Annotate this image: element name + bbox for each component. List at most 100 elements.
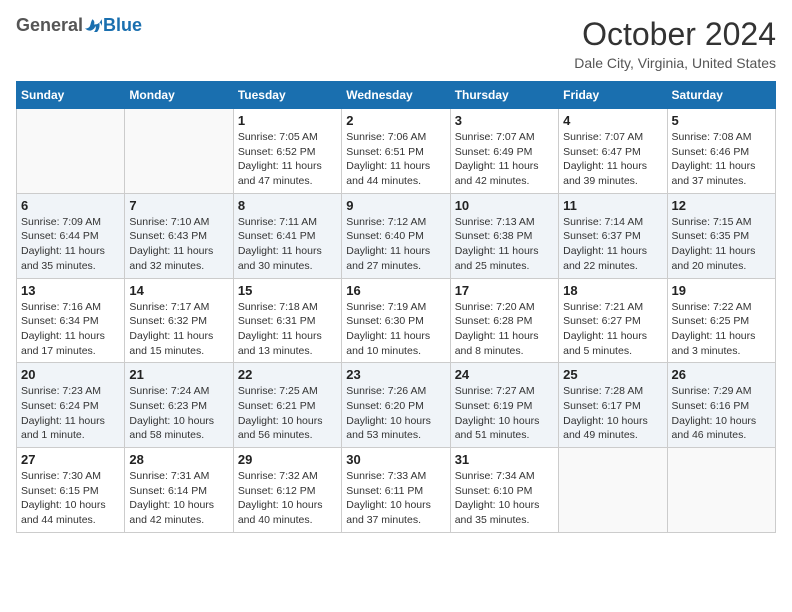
table-row: 14Sunrise: 7:17 AM Sunset: 6:32 PM Dayli… <box>125 278 233 363</box>
calendar-table: Sunday Monday Tuesday Wednesday Thursday… <box>16 81 776 533</box>
table-row: 8Sunrise: 7:11 AM Sunset: 6:41 PM Daylig… <box>233 193 341 278</box>
day-info: Sunrise: 7:18 AM Sunset: 6:31 PM Dayligh… <box>238 300 337 359</box>
day-info: Sunrise: 7:20 AM Sunset: 6:28 PM Dayligh… <box>455 300 554 359</box>
day-info: Sunrise: 7:22 AM Sunset: 6:25 PM Dayligh… <box>672 300 771 359</box>
day-number: 19 <box>672 283 771 298</box>
table-row: 24 Sunrise: 7:27 AM Sunset: 6:19 PM Dayli… <box>450 363 558 448</box>
header-wednesday: Wednesday <box>342 82 450 109</box>
day-info: Sunrise: 7:19 AM Sunset: 6:30 PM Dayligh… <box>346 300 445 359</box>
location-title: Dale City, Virginia, United States <box>574 55 776 71</box>
table-row: 9 Sunrise: 7:12 AM Sunset: 6:40 PM Daylig… <box>342 193 450 278</box>
day-number: 17 <box>455 283 554 298</box>
header-monday: Monday <box>125 82 233 109</box>
day-number: 6 <box>21 198 120 213</box>
day-info: Sunrise: 7:15 AM Sunset: 6:35 PM Dayligh… <box>672 215 771 274</box>
calendar-week-5: 27 Sunrise: 7:30 AM Sunset: 6:15 PM Dayli… <box>17 448 776 533</box>
day-info: Sunrise: 7:32 AM Sunset: 6:12 PM Dayligh… <box>238 469 337 528</box>
day-info: Sunrise: 7:30 AM Sunset: 6:15 PM Dayligh… <box>21 469 120 528</box>
table-row: 1 Sunrise: 7:05 AM Sunset: 6:52 PM Daylig… <box>233 109 341 194</box>
day-number: 20 <box>21 367 120 382</box>
day-info: Sunrise: 7:23 AM Sunset: 6:24 PM Dayligh… <box>21 384 120 443</box>
day-info: Sunrise: 7:26 AM Sunset: 6:20 PM Dayligh… <box>346 384 445 443</box>
day-info: Sunrise: 7:13 AM Sunset: 6:38 PM Dayligh… <box>455 215 554 274</box>
day-number: 29 <box>238 452 337 467</box>
table-row: 16 Sunrise: 7:19 AM Sunset: 6:30 PM Dayli… <box>342 278 450 363</box>
day-number: 30 <box>346 452 445 467</box>
table-row: 20 Sunrise: 7:23 AM Sunset: 6:24 PM Dayli… <box>17 363 125 448</box>
calendar-week-1: 1 Sunrise: 7:05 AM Sunset: 6:52 PM Daylig… <box>17 109 776 194</box>
table-row <box>559 448 667 533</box>
day-number: 2 <box>346 113 445 128</box>
calendar-week-3: 13Sunrise: 7:16 AM Sunset: 6:34 PM Dayli… <box>17 278 776 363</box>
table-row <box>667 448 775 533</box>
day-info: Sunrise: 7:27 AM Sunset: 6:19 PM Dayligh… <box>455 384 554 443</box>
table-row: 18 Sunrise: 7:21 AM Sunset: 6:27 PM Dayli… <box>559 278 667 363</box>
day-number: 1 <box>238 113 337 128</box>
day-number: 10 <box>455 198 554 213</box>
table-row: 12Sunrise: 7:15 AM Sunset: 6:35 PM Dayli… <box>667 193 775 278</box>
logo-blue: Blue <box>103 16 142 36</box>
table-row: 5Sunrise: 7:08 AM Sunset: 6:46 PM Daylig… <box>667 109 775 194</box>
day-number: 27 <box>21 452 120 467</box>
day-info: Sunrise: 7:07 AM Sunset: 6:47 PM Dayligh… <box>563 130 662 189</box>
table-row: 29 Sunrise: 7:32 AM Sunset: 6:12 PM Dayli… <box>233 448 341 533</box>
calendar-week-2: 6 Sunrise: 7:09 AM Sunset: 6:44 PM Daylig… <box>17 193 776 278</box>
header-saturday: Saturday <box>667 82 775 109</box>
day-number: 21 <box>129 367 228 382</box>
logo-general: General <box>16 16 83 36</box>
day-info: Sunrise: 7:12 AM Sunset: 6:40 PM Dayligh… <box>346 215 445 274</box>
day-info: Sunrise: 7:25 AM Sunset: 6:21 PM Dayligh… <box>238 384 337 443</box>
day-number: 8 <box>238 198 337 213</box>
day-info: Sunrise: 7:16 AM Sunset: 6:34 PM Dayligh… <box>21 300 120 359</box>
day-number: 16 <box>346 283 445 298</box>
day-number: 25 <box>563 367 662 382</box>
day-info: Sunrise: 7:21 AM Sunset: 6:27 PM Dayligh… <box>563 300 662 359</box>
day-info: Sunrise: 7:24 AM Sunset: 6:23 PM Dayligh… <box>129 384 228 443</box>
day-number: 9 <box>346 198 445 213</box>
table-row: 7Sunrise: 7:10 AM Sunset: 6:43 PM Daylig… <box>125 193 233 278</box>
table-row: 15 Sunrise: 7:18 AM Sunset: 6:31 PM Dayli… <box>233 278 341 363</box>
day-info: Sunrise: 7:29 AM Sunset: 6:16 PM Dayligh… <box>672 384 771 443</box>
table-row: 31Sunrise: 7:34 AM Sunset: 6:10 PM Dayli… <box>450 448 558 533</box>
logo: General Blue <box>16 16 142 36</box>
day-info: Sunrise: 7:31 AM Sunset: 6:14 PM Dayligh… <box>129 469 228 528</box>
table-row: 27 Sunrise: 7:30 AM Sunset: 6:15 PM Dayli… <box>17 448 125 533</box>
table-row: 25 Sunrise: 7:28 AM Sunset: 6:17 PM Dayli… <box>559 363 667 448</box>
day-info: Sunrise: 7:05 AM Sunset: 6:52 PM Dayligh… <box>238 130 337 189</box>
day-info: Sunrise: 7:06 AM Sunset: 6:51 PM Dayligh… <box>346 130 445 189</box>
title-area: October 2024 Dale City, Virginia, United… <box>574 16 776 71</box>
table-row <box>125 109 233 194</box>
day-info: Sunrise: 7:09 AM Sunset: 6:44 PM Dayligh… <box>21 215 120 274</box>
day-number: 11 <box>563 198 662 213</box>
table-row: 2 Sunrise: 7:06 AM Sunset: 6:51 PM Daylig… <box>342 109 450 194</box>
day-number: 7 <box>129 198 228 213</box>
day-info: Sunrise: 7:34 AM Sunset: 6:10 PM Dayligh… <box>455 469 554 528</box>
table-row: 19 Sunrise: 7:22 AM Sunset: 6:25 PM Dayli… <box>667 278 775 363</box>
day-info: Sunrise: 7:33 AM Sunset: 6:11 PM Dayligh… <box>346 469 445 528</box>
month-title: October 2024 <box>574 16 776 53</box>
table-row: 26Sunrise: 7:29 AM Sunset: 6:16 PM Dayli… <box>667 363 775 448</box>
table-row: 11 Sunrise: 7:14 AM Sunset: 6:37 PM Dayli… <box>559 193 667 278</box>
table-row: 30 Sunrise: 7:33 AM Sunset: 6:11 PM Dayli… <box>342 448 450 533</box>
day-number: 22 <box>238 367 337 382</box>
table-row: 21 Sunrise: 7:24 AM Sunset: 6:23 PM Dayli… <box>125 363 233 448</box>
table-row: 3 Sunrise: 7:07 AM Sunset: 6:49 PM Daylig… <box>450 109 558 194</box>
calendar-week-4: 20 Sunrise: 7:23 AM Sunset: 6:24 PM Dayli… <box>17 363 776 448</box>
day-number: 15 <box>238 283 337 298</box>
table-row: 13Sunrise: 7:16 AM Sunset: 6:34 PM Dayli… <box>17 278 125 363</box>
day-number: 23 <box>346 367 445 382</box>
logo-bird-icon <box>85 17 103 35</box>
table-row: 28Sunrise: 7:31 AM Sunset: 6:14 PM Dayli… <box>125 448 233 533</box>
day-info: Sunrise: 7:07 AM Sunset: 6:49 PM Dayligh… <box>455 130 554 189</box>
table-row: 17 Sunrise: 7:20 AM Sunset: 6:28 PM Dayli… <box>450 278 558 363</box>
day-number: 18 <box>563 283 662 298</box>
table-row: 4Sunrise: 7:07 AM Sunset: 6:47 PM Daylig… <box>559 109 667 194</box>
day-number: 3 <box>455 113 554 128</box>
day-number: 24 <box>455 367 554 382</box>
table-row: 10 Sunrise: 7:13 AM Sunset: 6:38 PM Dayli… <box>450 193 558 278</box>
day-info: Sunrise: 7:08 AM Sunset: 6:46 PM Dayligh… <box>672 130 771 189</box>
day-info: Sunrise: 7:14 AM Sunset: 6:37 PM Dayligh… <box>563 215 662 274</box>
page-header: General Blue October 2024 Dale City, Vir… <box>16 16 776 71</box>
table-row: 23 Sunrise: 7:26 AM Sunset: 6:20 PM Dayli… <box>342 363 450 448</box>
day-info: Sunrise: 7:28 AM Sunset: 6:17 PM Dayligh… <box>563 384 662 443</box>
